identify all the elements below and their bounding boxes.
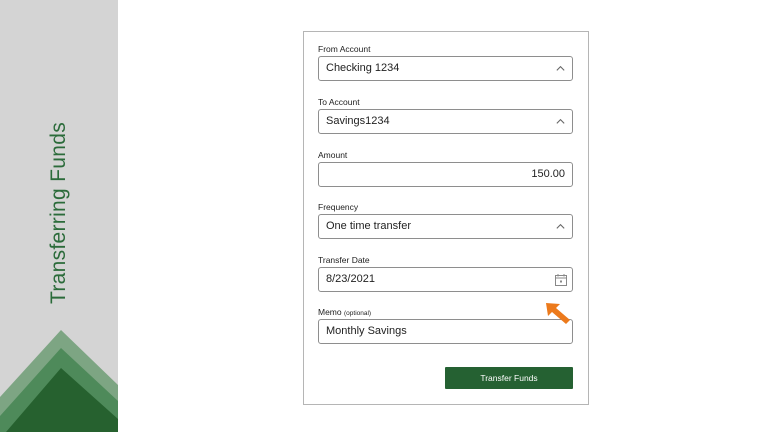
- chevron-up-icon: [556, 118, 565, 124]
- calendar-icon[interactable]: [554, 273, 568, 287]
- from-account-label: From Account: [318, 44, 371, 54]
- to-account-label: To Account: [318, 97, 360, 107]
- frequency-label: Frequency: [318, 202, 359, 212]
- memo-label: Memo (optional): [318, 307, 371, 317]
- chevron-up-icon: [556, 223, 565, 229]
- arrow-pointer-icon: [546, 303, 570, 324]
- sidebar-title: Transferring Funds: [47, 121, 70, 305]
- from-account-select[interactable]: Checking 1234: [318, 56, 573, 81]
- frequency-value: One time transfer: [326, 220, 411, 232]
- memo-value: Monthly Savings: [326, 325, 407, 337]
- from-account-value: Checking 1234: [326, 62, 400, 74]
- memo-label-text: Memo: [318, 307, 342, 317]
- amount-value: 150.00: [531, 168, 565, 180]
- amount-input[interactable]: 150.00: [318, 162, 573, 187]
- transfer-date-label: Transfer Date: [318, 255, 370, 265]
- mountain-decoration: [0, 330, 118, 432]
- chevron-up-icon: [556, 65, 565, 71]
- to-account-value: Savings1234: [326, 115, 390, 127]
- transfer-date-input[interactable]: 8/23/2021: [318, 267, 573, 292]
- amount-label: Amount: [318, 150, 348, 160]
- transfer-form: From Account Checking 1234 To Account Sa…: [303, 31, 589, 405]
- sidebar: Transferring Funds: [0, 0, 118, 432]
- memo-optional-text: (optional): [344, 310, 372, 317]
- frequency-select[interactable]: One time transfer: [318, 214, 573, 239]
- to-account-select[interactable]: Savings1234: [318, 109, 573, 134]
- transfer-date-value: 8/23/2021: [326, 273, 375, 285]
- memo-input[interactable]: Monthly Savings: [318, 319, 573, 344]
- transfer-funds-button[interactable]: Transfer Funds: [445, 367, 573, 389]
